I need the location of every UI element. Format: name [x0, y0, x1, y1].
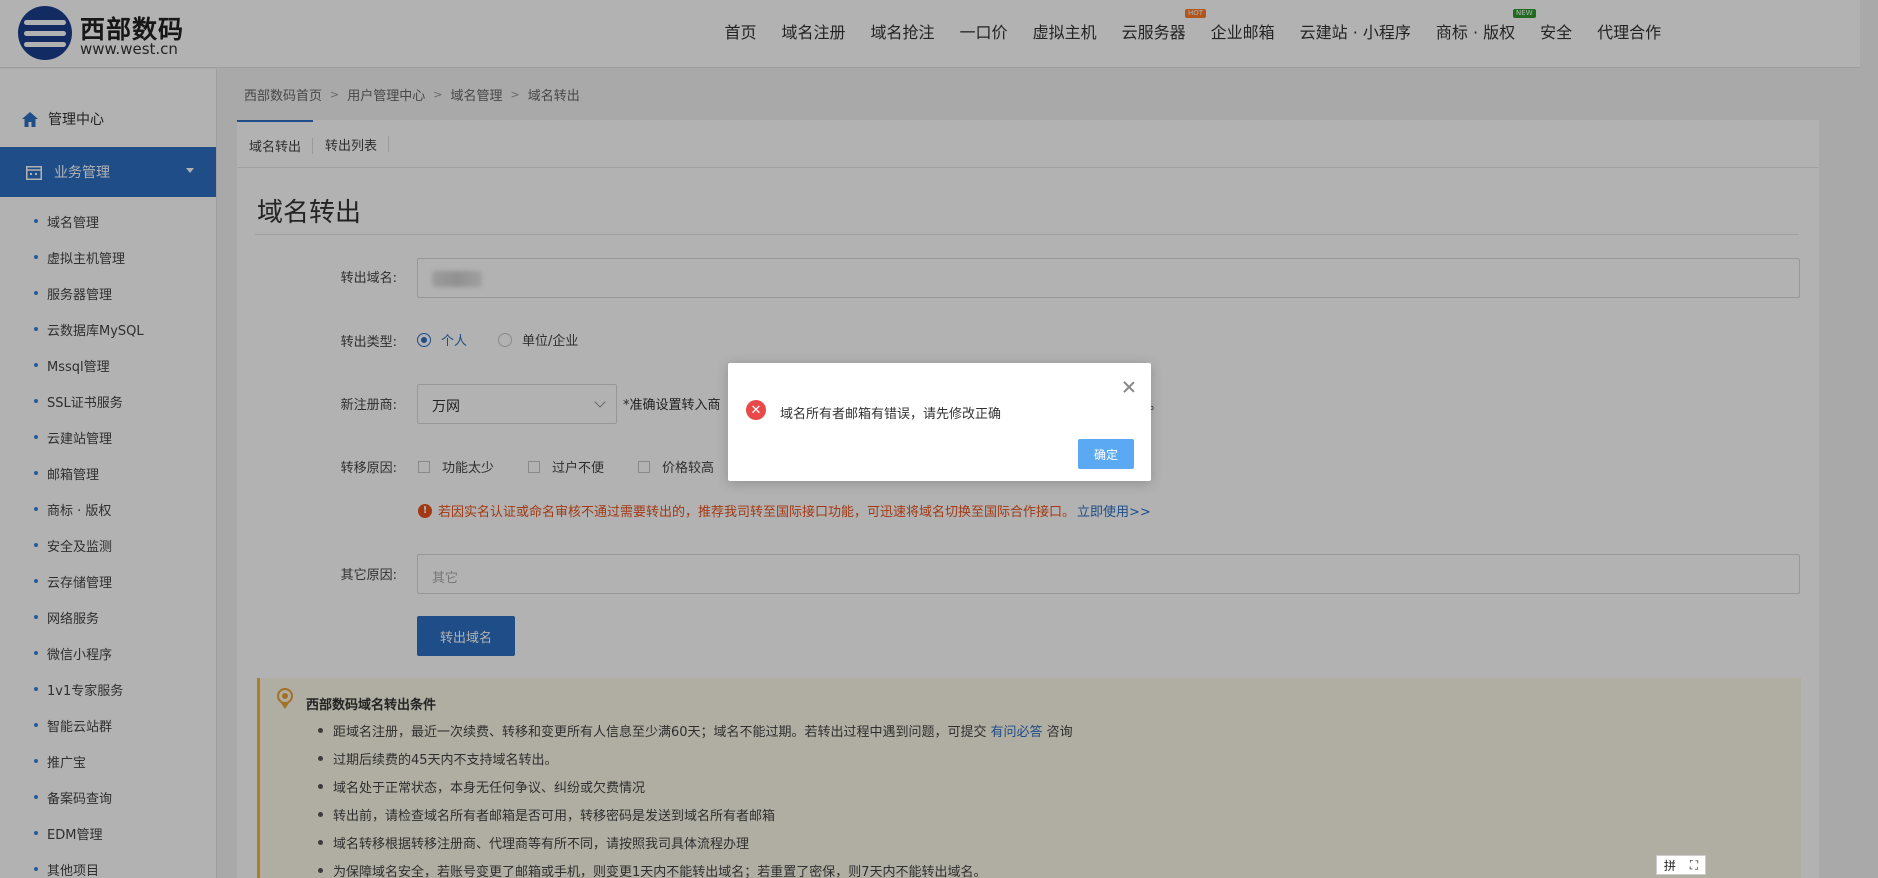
ime-label: 拼 [1663, 858, 1676, 873]
error-icon: ✕ [746, 400, 766, 420]
confirm-button[interactable]: 确定 [1078, 439, 1134, 469]
error-dialog: ✕ 域名所有者邮箱有错误，请先修改正确 确定 [728, 363, 1151, 481]
error-message: 域名所有者邮箱有错误，请先修改正确 [780, 407, 1002, 422]
fullscreen-icon: ⛶ [1689, 857, 1699, 872]
ime-indicator[interactable]: 拼 ⛶ [1656, 855, 1706, 875]
close-icon[interactable] [1123, 381, 1135, 393]
